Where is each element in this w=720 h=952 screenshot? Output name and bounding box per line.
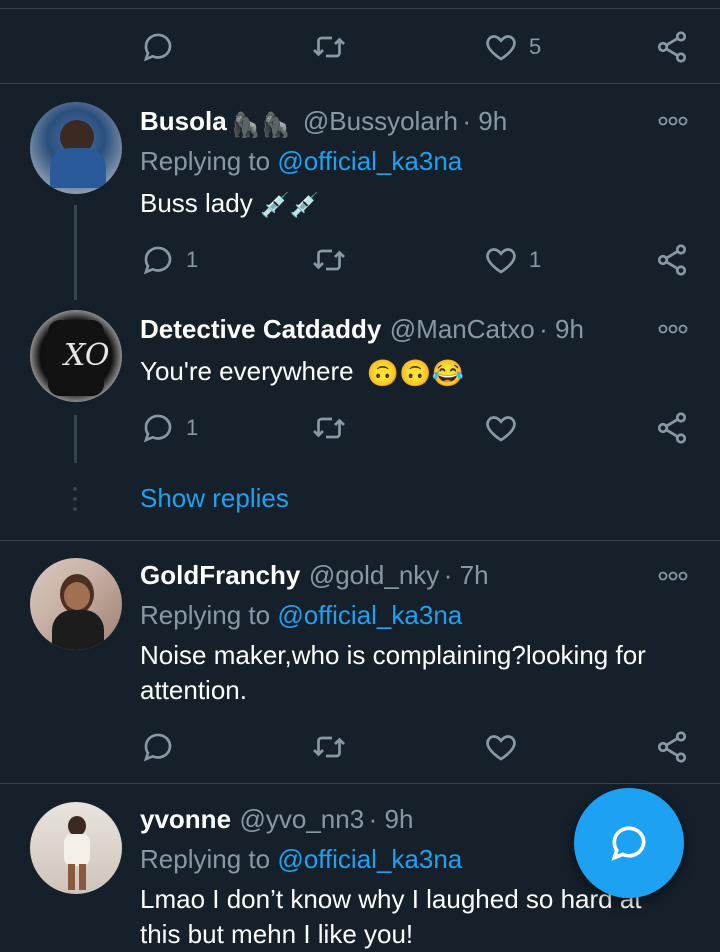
tweet-time: · 9h [462, 106, 508, 136]
user-handle[interactable]: @Bussyolarh [303, 106, 458, 136]
tweet-header: Detective Catdaddy @ManCatxo · 9h [140, 314, 584, 345]
tweet-time: · 9h [539, 314, 584, 344]
gorilla-emoji: 🦍🦍 [230, 112, 291, 140]
divider [0, 83, 720, 84]
like-button[interactable] [483, 408, 519, 448]
compose-reply-icon [611, 826, 646, 861]
share-icon [657, 31, 687, 63]
display-name[interactable]: GoldFranchy [140, 560, 300, 590]
thread-dot [73, 497, 77, 501]
like-button[interactable] [483, 727, 519, 767]
like-count: 5 [529, 34, 542, 59]
more-options-icon[interactable] [658, 570, 688, 582]
retweet-icon [313, 36, 345, 58]
avatar[interactable] [30, 102, 122, 194]
tweet-text-line: attention. [140, 675, 247, 705]
display-name[interactable]: Detective Catdaddy [140, 314, 381, 344]
replying-to: Replying to @official_ka3na [140, 600, 462, 631]
divider [0, 540, 720, 541]
retweet-icon [313, 736, 345, 758]
syringe-emoji: 💉💉 [259, 191, 320, 219]
reply-icon [143, 414, 172, 443]
thread-line [74, 415, 77, 463]
reply-count: 1 [186, 247, 199, 272]
tweet-text: Buss lady 💉💉 [140, 186, 320, 223]
share-button[interactable] [654, 727, 690, 767]
retweet-button[interactable] [310, 408, 348, 448]
top-divider [0, 8, 720, 9]
retweet-button[interactable] [310, 240, 348, 280]
tweet-time: · 7h [443, 560, 489, 590]
divider [0, 783, 720, 784]
thread-dot [73, 487, 77, 491]
replying-to-link[interactable]: @official_ka3na [277, 844, 462, 874]
tweet-text-content: Buss lady [140, 188, 253, 218]
avatar[interactable] [30, 802, 122, 894]
thread-dot [73, 507, 77, 511]
tweet-header: GoldFranchy @gold_nky · 7h [140, 560, 489, 591]
replying-to-link[interactable]: @official_ka3na [277, 146, 462, 176]
tweet-actions [140, 727, 700, 767]
retweet-icon [313, 417, 345, 439]
upside-down-face-emoji: 🙃🙃😂 [366, 357, 464, 388]
replying-to-label: Replying to [140, 844, 278, 874]
more-options-icon[interactable] [658, 323, 688, 335]
avatar[interactable] [30, 558, 122, 650]
share-button[interactable] [654, 240, 690, 280]
like-button[interactable]: 1 [483, 240, 541, 280]
tweet-time: · 9h [368, 804, 414, 834]
thread-line [74, 205, 77, 300]
share-icon [657, 244, 687, 276]
heart-icon [486, 416, 516, 442]
tweet-actions-top: 5 [140, 27, 700, 67]
tweet-text: You're everywhere 🙃🙃😂 [140, 354, 464, 391]
replying-to-link[interactable]: @official_ka3na [277, 600, 462, 630]
replying-to: Replying to @official_ka3na [140, 146, 462, 177]
tweet-text-content: You're everywhere [140, 356, 354, 386]
display-name[interactable]: Busola [140, 106, 227, 136]
heart-icon [486, 248, 516, 274]
replying-to-label: Replying to [140, 146, 278, 176]
retweet-button[interactable] [310, 727, 348, 767]
like-count: 1 [529, 247, 542, 272]
tweet-header: yvonne @yvo_nn3 · 9h [140, 804, 413, 835]
tweet-actions: 1 1 [140, 240, 700, 280]
replying-to: Replying to @official_ka3na [140, 844, 462, 875]
reply-count: 1 [186, 415, 199, 440]
more-options-icon[interactable] [658, 115, 688, 127]
reply-button[interactable]: 1 [140, 240, 198, 280]
user-handle[interactable]: @yvo_nn3 [239, 804, 364, 834]
retweet-icon [313, 249, 345, 271]
reply-button[interactable] [140, 27, 176, 67]
heart-icon [486, 735, 516, 761]
avatar[interactable]: XO [30, 310, 122, 402]
tweet-header: Busola 🦍🦍 @Bussyolarh · 9h [140, 106, 507, 140]
reply-icon [143, 733, 172, 762]
reply-icon [143, 246, 172, 275]
user-handle[interactable]: @ManCatxo [390, 314, 535, 344]
like-button[interactable]: 5 [483, 27, 541, 67]
share-icon [657, 731, 687, 763]
share-button[interactable] [654, 27, 690, 67]
tweet-actions: 1 [140, 408, 700, 448]
heart-icon [486, 35, 516, 61]
reply-button[interactable]: 1 [140, 408, 198, 448]
tweet-text-line: Noise maker,who is complaining?looking f… [140, 640, 646, 670]
user-handle[interactable]: @gold_nky [309, 560, 439, 590]
reply-button[interactable] [140, 727, 176, 767]
compose-tweet-button[interactable] [574, 788, 684, 898]
share-button[interactable] [654, 408, 690, 448]
share-icon [657, 412, 687, 444]
display-name[interactable]: yvonne [140, 804, 231, 834]
show-replies-link[interactable]: Show replies [140, 483, 289, 514]
replying-to-label: Replying to [140, 600, 278, 630]
tweet-text-line: Lmao I don’t know why I laughed so hard … [140, 884, 642, 914]
retweet-button[interactable] [310, 27, 348, 67]
reply-icon [143, 33, 172, 62]
